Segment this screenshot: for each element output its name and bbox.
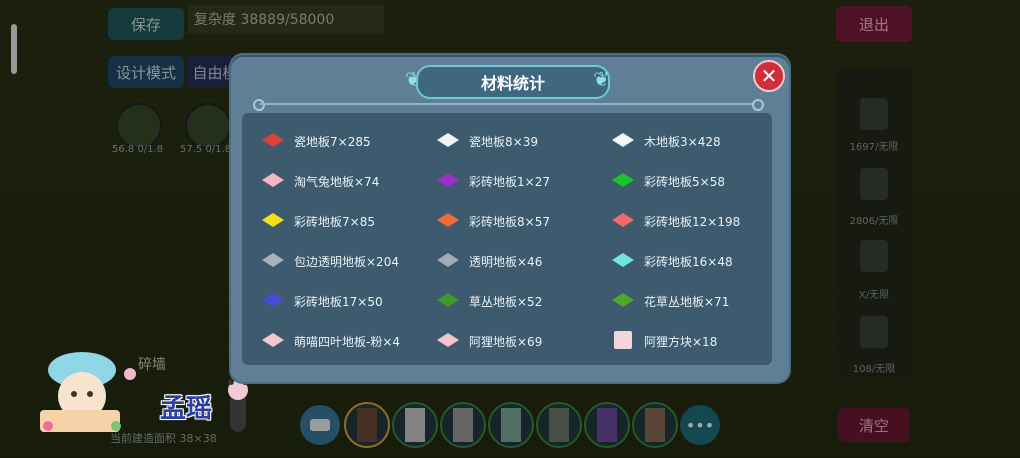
material-item: 阿狸方块×18 — [610, 329, 717, 353]
material-tile-icon — [435, 171, 461, 191]
material-tile-icon — [260, 171, 286, 191]
material-label: 瓷地板7×285 — [294, 134, 371, 149]
material-item: 彩砖地板5×58 — [610, 169, 725, 193]
material-tile-icon — [260, 131, 286, 151]
material-label: 瓷地板8×39 — [469, 134, 538, 149]
divider-dot — [752, 99, 764, 111]
material-label: 阿狸地板×69 — [469, 334, 543, 349]
material-label: 彩砖地板5×58 — [644, 174, 725, 189]
watermark-name: 孟瑶 — [160, 394, 213, 424]
cat-mascot-icon — [40, 352, 136, 432]
material-label: 萌喵四叶地板-粉×4 — [294, 334, 401, 349]
material-item: 草丛地板×52 — [435, 289, 542, 313]
material-tile-icon — [435, 131, 461, 151]
close-icon: ✕ — [760, 64, 778, 88]
material-tile-icon — [435, 331, 461, 351]
material-tile-icon — [260, 211, 286, 231]
material-item: 彩砖地板7×85 — [260, 209, 375, 233]
material-tile-icon — [435, 211, 461, 231]
material-label: 彩砖地板17×50 — [294, 294, 383, 309]
dialog-title: 材料统计 — [416, 65, 610, 99]
material-item: 彩砖地板1×27 — [435, 169, 550, 193]
material-item: 萌喵四叶地板-粉×4 — [260, 329, 400, 353]
material-label: 淘气兔地板×74 — [294, 174, 380, 189]
material-item: 彩砖地板17×50 — [260, 289, 383, 313]
material-label: 彩砖地板12×198 — [644, 214, 741, 229]
material-item: 淘气兔地板×74 — [260, 169, 379, 193]
material-item: 彩砖地板12×198 — [610, 209, 740, 233]
material-label: 花草丛地板×71 — [644, 294, 730, 309]
material-tile-icon — [610, 171, 636, 191]
material-item: 花草丛地板×71 — [610, 289, 729, 313]
material-item: 阿狸地板×69 — [435, 329, 542, 353]
material-label: 包边透明地板×204 — [294, 254, 399, 269]
material-tile-icon — [610, 291, 636, 311]
material-label: 彩砖地板7×85 — [294, 214, 375, 229]
material-label: 草丛地板×52 — [469, 294, 543, 309]
material-tile-icon — [260, 331, 286, 351]
material-item: 彩砖地板8×57 — [435, 209, 550, 233]
material-item: 包边透明地板×204 — [260, 249, 399, 273]
material-label: 彩砖地板1×27 — [469, 174, 550, 189]
material-item: 瓷地板7×285 — [260, 129, 371, 153]
material-stats-dialog: ❦ 材料统计 ❦ ✕ 瓷地板7×285 瓷地板8×39 木地板3×428 淘气兔地板×… — [231, 55, 789, 382]
material-item: 透明地板×46 — [435, 249, 542, 273]
swirl-right-icon: ❦ — [593, 67, 610, 91]
divider-dot — [253, 99, 265, 111]
material-tile-icon — [610, 251, 636, 271]
material-label: 木地板3×428 — [644, 134, 721, 149]
divider — [259, 103, 754, 105]
material-tile-icon — [610, 331, 636, 351]
material-label: 透明地板×46 — [469, 254, 543, 269]
material-label: 彩砖地板8×57 — [469, 214, 550, 229]
paw-icon — [228, 376, 248, 432]
material-tile-icon — [435, 291, 461, 311]
material-tile-icon — [260, 291, 286, 311]
material-label: 彩砖地板16×48 — [644, 254, 733, 269]
material-tile-icon — [435, 251, 461, 271]
material-tile-icon — [610, 131, 636, 151]
material-tile-icon — [610, 211, 636, 231]
material-item: 彩砖地板16×48 — [610, 249, 733, 273]
material-item: 木地板3×428 — [610, 129, 721, 153]
material-label: 阿狸方块×18 — [644, 334, 718, 349]
material-item: 瓷地板8×39 — [435, 129, 538, 153]
close-button[interactable]: ✕ — [753, 60, 785, 92]
material-tile-icon — [260, 251, 286, 271]
